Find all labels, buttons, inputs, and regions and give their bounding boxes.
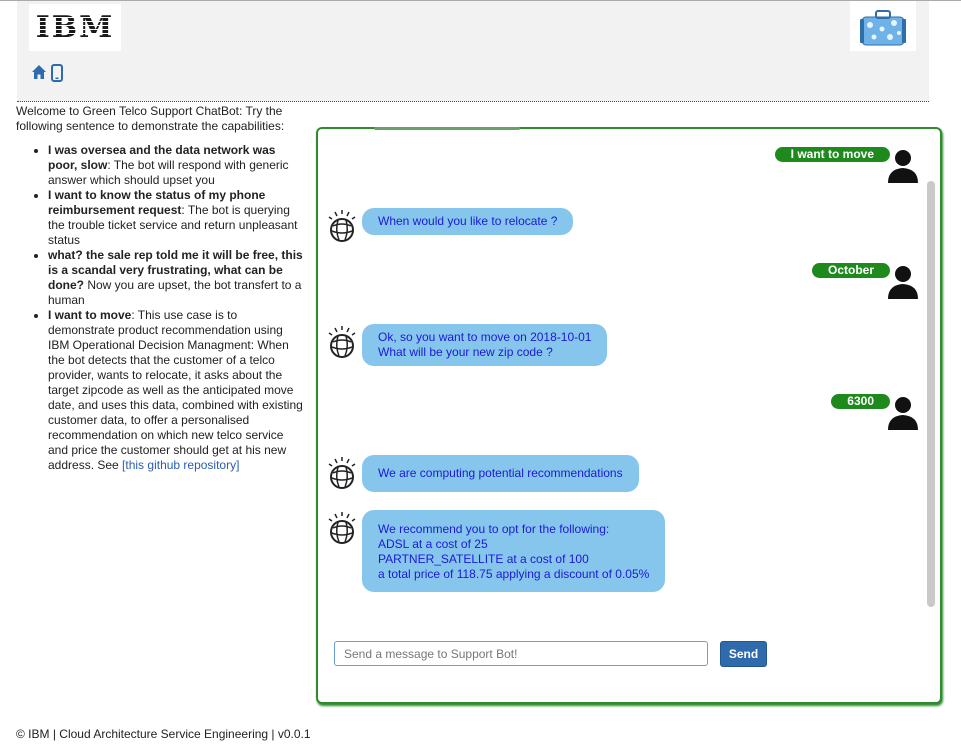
ibm-logo[interactable]: IBM xyxy=(29,4,121,51)
nav-bar xyxy=(31,64,63,85)
example-description: Now you are upset, the bot transfert to … xyxy=(48,278,302,307)
intro-panel: Welcome to Green Telco Support ChatBot: … xyxy=(16,104,306,473)
bot-avatar-icon xyxy=(326,325,358,359)
list-item: what? the sale rep told me it will be fr… xyxy=(48,248,306,308)
list-item: I want to know the status of my phone re… xyxy=(48,188,306,248)
bot-message-line: Ok, so you want to move on 2018-10-01 xyxy=(378,330,592,344)
list-item: I was oversea and the data network was p… xyxy=(48,143,306,188)
welcome-text: Welcome to Green Telco Support ChatBot: … xyxy=(16,104,285,133)
bot-message-line: We recommend you to opt for the followin… xyxy=(378,522,610,536)
bot-message-line: ADSL at a cost of 25 xyxy=(378,537,488,551)
bot-avatar-icon xyxy=(326,511,358,545)
example-list: I was oversea and the data network was p… xyxy=(16,143,306,473)
bot-message: Ok, so you want to move on 2018-10-01 Wh… xyxy=(362,324,608,366)
bot-avatar-icon xyxy=(326,209,358,243)
mobile-phone-icon[interactable] xyxy=(51,64,63,85)
bot-avatar-icon xyxy=(326,456,358,490)
user-message: 6300 xyxy=(831,394,890,409)
page-header: IBM xyxy=(17,1,929,102)
example-description: : This use case is to demonstrate produc… xyxy=(48,308,303,472)
bot-message-line: a total price of 118.75 applying a disco… xyxy=(378,567,650,581)
example-phrase: I want to move xyxy=(48,308,132,322)
chat-scrollbar[interactable] xyxy=(927,181,935,607)
chat-panel: I want to move When would you like to re… xyxy=(316,127,942,704)
footer-text: © IBM | Cloud Architecture Service Engin… xyxy=(16,727,311,741)
user-message: October xyxy=(811,263,890,278)
bot-message: We recommend you to opt for the followin… xyxy=(362,510,666,592)
send-button[interactable]: Send xyxy=(720,641,767,667)
bot-message: We are computing potential recommendatio… xyxy=(362,455,639,492)
chat-top-tab xyxy=(374,127,520,130)
github-repository-link[interactable]: [this github repository] xyxy=(122,458,239,472)
luggage-icon xyxy=(850,1,916,51)
bot-message-line: We are computing potential recommendatio… xyxy=(378,466,623,480)
user-avatar-icon xyxy=(886,263,920,299)
ibm-logo-text: IBM xyxy=(35,10,115,45)
list-item: I want to move: This use case is to demo… xyxy=(48,308,306,473)
user-avatar-icon xyxy=(886,147,920,183)
bot-message-line: What will be your new zip code ? xyxy=(378,345,553,359)
bot-message: When would you like to relocate ? xyxy=(362,208,574,235)
message-input[interactable] xyxy=(334,641,708,666)
bot-message-line: PARTNER_SATELLITE at a cost of 100 xyxy=(378,552,589,566)
user-message: I want to move xyxy=(774,147,890,162)
user-avatar-icon xyxy=(886,394,920,430)
home-icon[interactable] xyxy=(31,64,47,85)
bot-message-line: When would you like to relocate ? xyxy=(378,214,558,228)
